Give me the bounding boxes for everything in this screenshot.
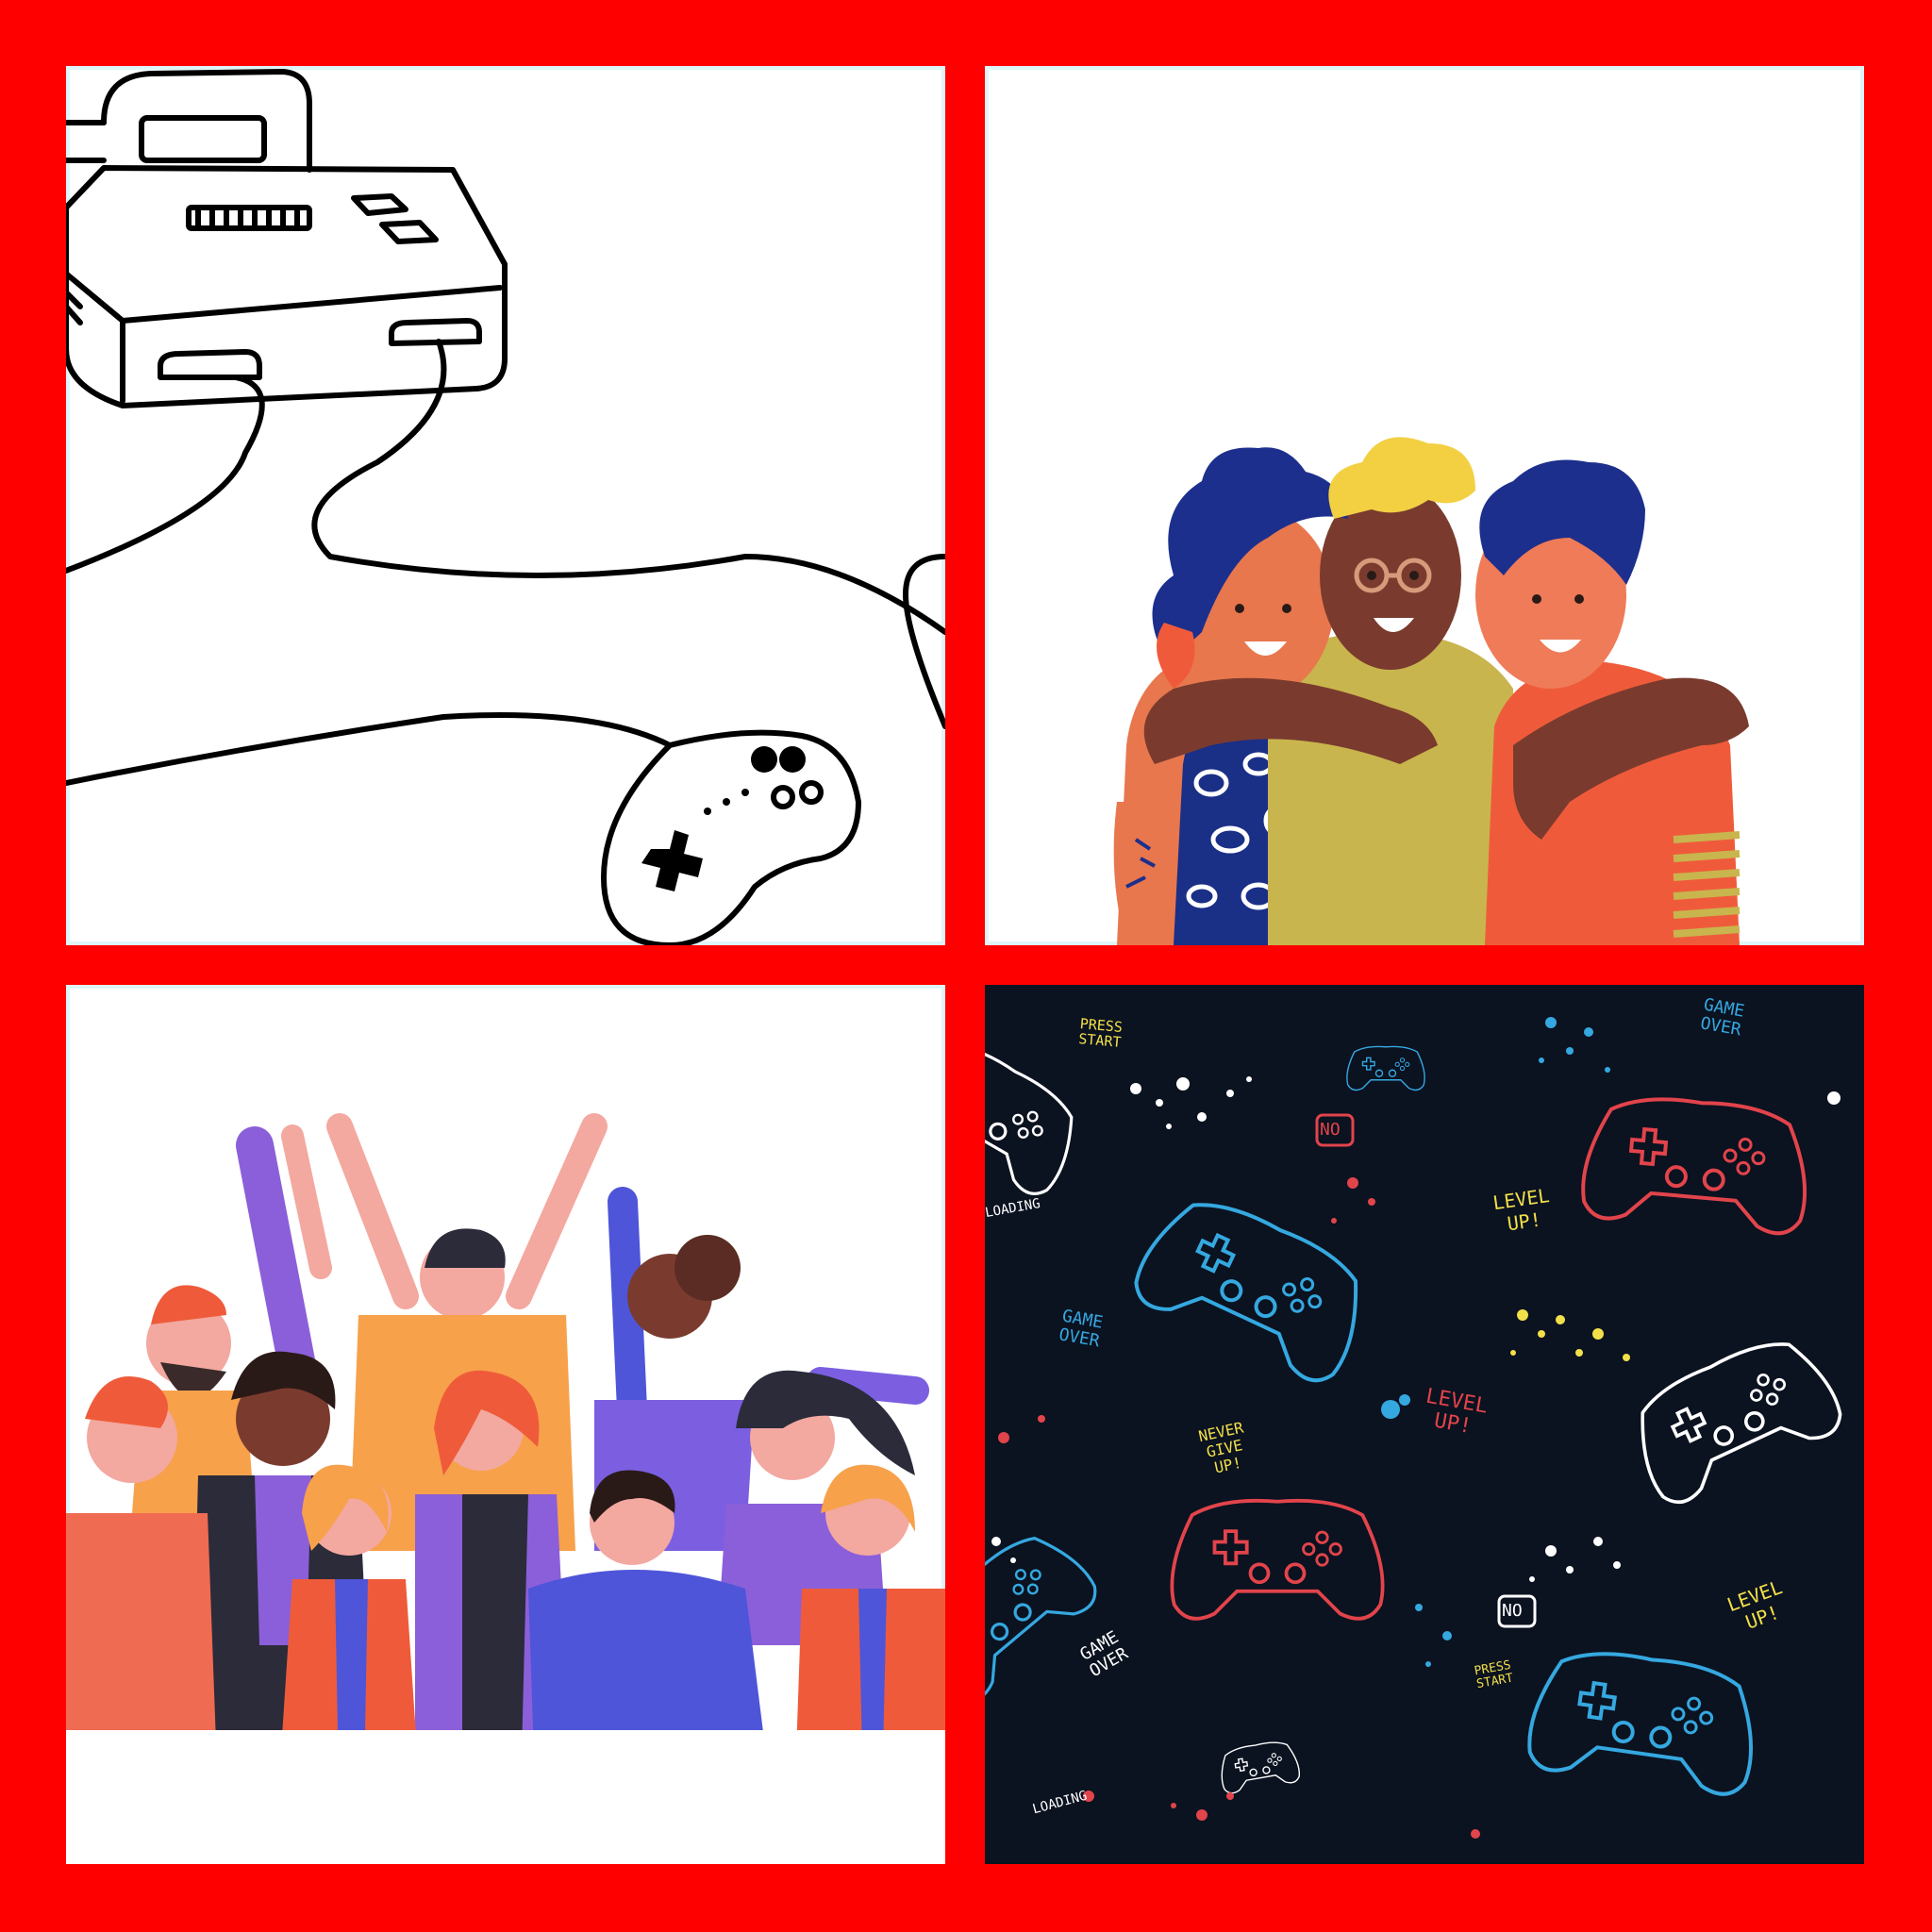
three-friends-illustration xyxy=(1113,437,1749,945)
gamepad-white-edge xyxy=(985,1024,1094,1203)
gamepad-red-1 xyxy=(1578,1090,1814,1238)
level-up-text-1: LEVEL UP! xyxy=(1491,1184,1551,1236)
cable-3 xyxy=(66,712,673,786)
controller-port-2 xyxy=(389,318,482,346)
friends-illustration-panel xyxy=(985,66,1864,945)
retro-console-drawing xyxy=(66,69,945,945)
cheering-crowd-illustration xyxy=(66,1113,945,1864)
console-body xyxy=(66,165,508,408)
gamepad-blue-2 xyxy=(1524,1641,1765,1800)
gamepad-blue-1 xyxy=(1125,1180,1384,1391)
gamepad-white-1 xyxy=(1618,1322,1850,1512)
gamepad-blue-edge xyxy=(985,1516,1106,1710)
no-badge-text-2: NO xyxy=(1502,1601,1523,1621)
gamepad-blue-small xyxy=(1346,1045,1425,1091)
console-front-edge xyxy=(66,271,503,324)
game-over-text-1: GAME OVER xyxy=(1698,994,1746,1041)
controller-port-1 xyxy=(158,349,262,380)
gamepad-outline xyxy=(601,729,861,945)
crowd-illustration-panel xyxy=(66,985,945,1864)
no-badge-text-1: NO xyxy=(1320,1120,1341,1140)
game-over-text-2: GAME OVER xyxy=(1057,1306,1105,1352)
gamepad-pattern-panel: PRESS START GAME OVER NO LOADING LEVEL U… xyxy=(985,985,1864,1864)
gamepad-red-2 xyxy=(1170,1498,1385,1621)
gamepad-white-small xyxy=(1216,1737,1302,1795)
press-start-text-1: PRESS START xyxy=(1077,1015,1124,1051)
cable-2 xyxy=(311,339,945,635)
cartridge-label xyxy=(139,115,267,163)
console-illustration-panel xyxy=(66,66,945,945)
